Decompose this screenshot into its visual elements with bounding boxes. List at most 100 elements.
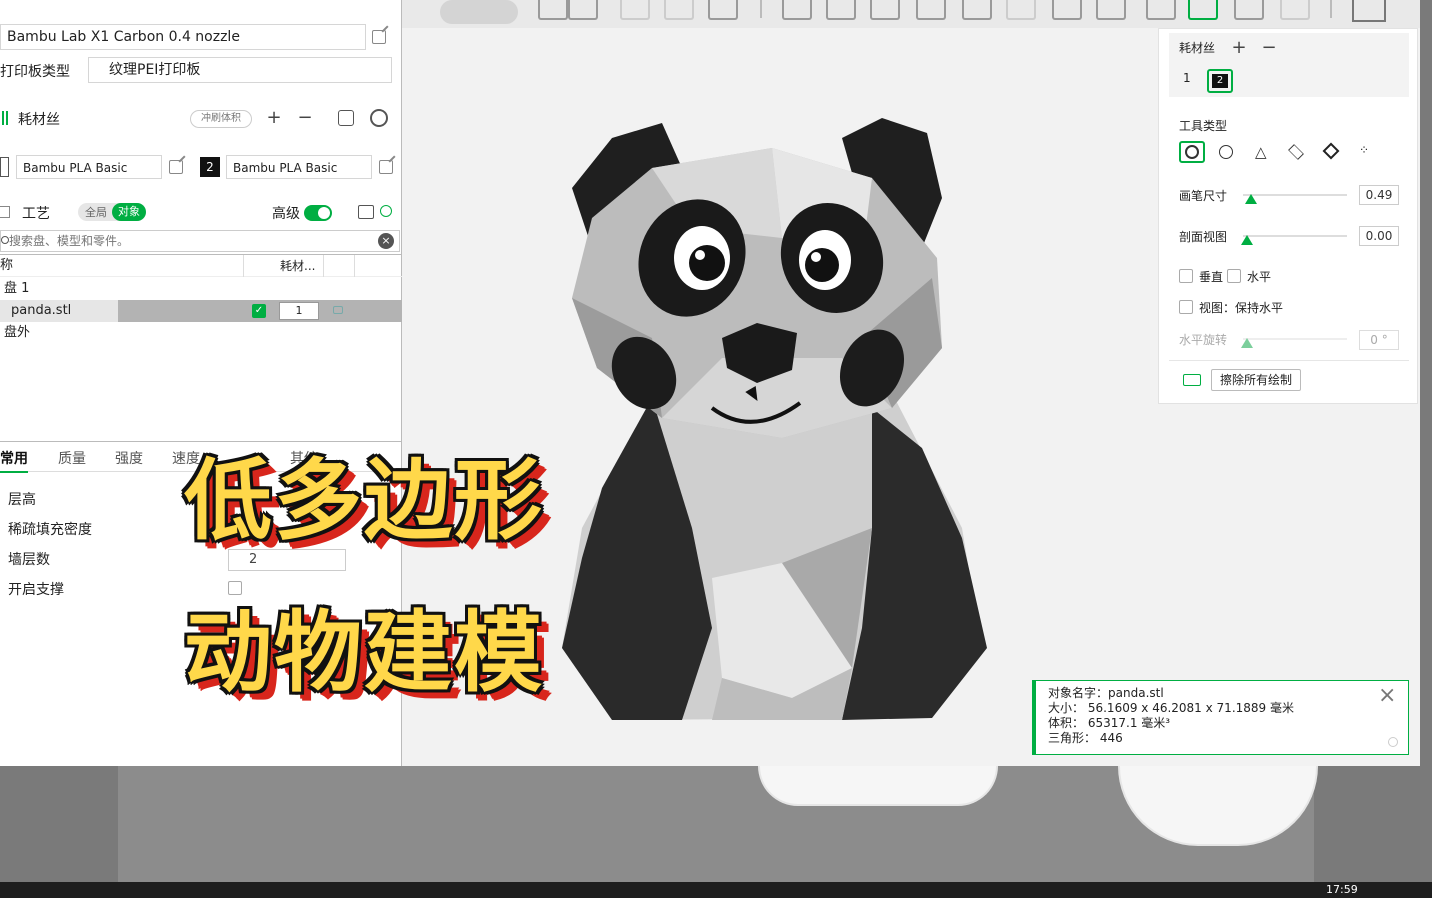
process-preset-icon[interactable] xyxy=(380,205,392,217)
setting-sparse-infill: 稀疏填充密度 xyxy=(8,522,92,538)
top-toolbar xyxy=(402,0,1420,28)
horizontal-rotate-label: 水平旋转 xyxy=(1179,333,1228,347)
cut-icon[interactable] xyxy=(962,0,992,20)
global-object-switch[interactable]: 全局 对象 xyxy=(78,203,146,221)
bambu-studio-window: Bambu Lab X1 Carbon 0.4 nozzle 打印板类型 纹理P… xyxy=(0,0,1420,766)
edit-filament-1-icon[interactable] xyxy=(169,160,183,174)
rotate-input[interactable]: 0 ° xyxy=(1359,330,1399,350)
compare-icon[interactable] xyxy=(358,205,374,219)
filament-1-select[interactable]: Bambu PLA Basic xyxy=(16,155,162,179)
height-range-icon[interactable] xyxy=(1288,144,1304,160)
extruder-2-button[interactable]: 2 xyxy=(1207,69,1233,93)
printer-select[interactable]: Bambu Lab X1 Carbon 0.4 nozzle xyxy=(0,24,366,50)
taskbar-clock[interactable]: 17:59 xyxy=(1326,883,1358,896)
clear-search-icon[interactable]: × xyxy=(378,233,394,249)
keyboard-shortcut-icon[interactable] xyxy=(1183,374,1201,386)
outside-plate-row[interactable]: 盘外 xyxy=(0,322,402,344)
paint-filament-label: 耗材丝 xyxy=(1179,41,1216,55)
scale-icon[interactable] xyxy=(870,0,900,20)
remove-extruder-icon[interactable]: − xyxy=(1261,39,1277,57)
filament-2-select[interactable]: Bambu PLA Basic xyxy=(226,155,372,179)
panda-model[interactable] xyxy=(542,108,1002,738)
section-view-thumb[interactable] xyxy=(1241,235,1253,245)
add-plate-icon[interactable] xyxy=(620,0,650,20)
plate-1-row[interactable]: 盘 1 xyxy=(0,278,402,300)
sphere-brush-icon[interactable] xyxy=(1219,145,1233,159)
add-filament-icon[interactable]: + xyxy=(264,109,284,127)
setting-layer-height: 层高 xyxy=(8,492,36,508)
vertical-label: 垂直 xyxy=(1199,270,1224,284)
brush-size-input[interactable]: 0.49 xyxy=(1359,185,1399,205)
object-search-box[interactable]: × xyxy=(0,230,400,252)
object-edit-icon[interactable] xyxy=(333,306,343,314)
erase-all-button[interactable]: 擦除所有绘制 xyxy=(1211,369,1301,391)
move-icon[interactable] xyxy=(782,0,812,20)
filament-1-swatch[interactable] xyxy=(0,157,9,177)
panda-object-row[interactable]: panda.stl ✓ 1 xyxy=(0,300,402,322)
rotate-slider[interactable] xyxy=(1243,338,1347,340)
object-volume-value: 65317.1 毫米³ xyxy=(1087,716,1171,730)
object-filament-select[interactable]: 1 xyxy=(279,302,319,320)
fill-bucket-icon[interactable] xyxy=(1322,142,1340,160)
text-tool-icon[interactable] xyxy=(1146,0,1176,20)
process-icon xyxy=(0,206,10,218)
rotate-thumb[interactable] xyxy=(1241,338,1253,348)
panda-object-label: panda.stl xyxy=(11,303,72,318)
search-input[interactable] xyxy=(9,232,369,250)
triangle-brush-icon[interactable]: △ xyxy=(1255,143,1267,161)
tab-common[interactable]: 常用 xyxy=(0,448,28,473)
object-size-value: 56.1609 x 46.2081 x 71.1889 毫米 xyxy=(1087,701,1294,715)
brush-size-label: 画笔尺寸 xyxy=(1179,189,1228,203)
filament-settings-gear-icon[interactable] xyxy=(370,109,388,127)
flush-volume-button[interactable]: 冲刷体积 xyxy=(190,110,252,128)
section-view-input[interactable]: 0.00 xyxy=(1359,226,1399,246)
background-model-right xyxy=(1118,766,1318,846)
object-list-header: 称 耗材... xyxy=(0,255,402,277)
edit-filament-2-icon[interactable] xyxy=(379,160,393,174)
arrange-icon[interactable] xyxy=(538,0,568,20)
paint-status-check-icon[interactable]: ✓ xyxy=(252,304,266,318)
plate-type-label: 打印板类型 xyxy=(0,64,70,80)
object-option[interactable]: 对象 xyxy=(112,203,146,221)
close-info-icon[interactable]: × xyxy=(1378,685,1396,707)
color-paint-icon[interactable] xyxy=(1188,0,1218,20)
name-column-header[interactable]: 称 xyxy=(0,255,13,277)
brush-size-thumb[interactable] xyxy=(1245,194,1257,204)
add-extruder-icon[interactable]: + xyxy=(1231,39,1247,57)
circle-brush-button[interactable] xyxy=(1179,141,1205,163)
object-info-box: 对象名字：panda.stl 大小： 56.1609 x 46.2081 x 7… xyxy=(1032,680,1409,755)
gap-fill-icon[interactable]: ⁘ xyxy=(1359,143,1369,157)
plate-type-select[interactable]: 纹理PEI打印板 xyxy=(88,57,392,83)
sync-filament-icon[interactable] xyxy=(338,110,354,126)
rotate-icon[interactable] xyxy=(826,0,856,20)
object-name-value: panda.stl xyxy=(1108,686,1164,700)
orient-icon[interactable] xyxy=(568,0,598,20)
layers-icon[interactable] xyxy=(708,0,738,20)
boolean-icon[interactable] xyxy=(1006,0,1036,20)
section-view-slider[interactable] xyxy=(1243,235,1347,237)
tab-quality[interactable]: 质量 xyxy=(58,448,86,468)
remove-filament-icon[interactable]: − xyxy=(295,109,315,127)
plate-selector-pill[interactable] xyxy=(440,0,518,24)
keep-horizontal-checkbox[interactable] xyxy=(1179,300,1193,314)
circle-icon xyxy=(1185,145,1199,159)
edit-printer-icon[interactable] xyxy=(372,30,386,44)
global-option[interactable]: 全局 xyxy=(85,204,107,220)
assembly-icon[interactable] xyxy=(1280,0,1310,20)
filament-column-header[interactable]: 耗材... xyxy=(280,255,315,277)
auto-orient-icon[interactable] xyxy=(664,0,694,20)
vertical-checkbox[interactable] xyxy=(1179,269,1193,283)
measure-icon[interactable] xyxy=(1234,0,1264,20)
filament-2-swatch[interactable]: 2 xyxy=(200,157,220,177)
lay-on-face-icon[interactable] xyxy=(916,0,946,20)
overlay-title-line-1: 低多边形 xyxy=(184,449,545,552)
collapse-info-icon[interactable] xyxy=(1388,737,1398,747)
brush-size-slider[interactable] xyxy=(1243,194,1347,196)
support-paint-icon[interactable] xyxy=(1052,0,1082,20)
horizontal-checkbox[interactable] xyxy=(1227,269,1241,283)
tab-strength[interactable]: 强度 xyxy=(115,448,143,468)
advanced-toggle[interactable] xyxy=(304,205,332,221)
seam-paint-icon[interactable] xyxy=(1096,0,1126,20)
extruder-1-button[interactable]: 1 xyxy=(1183,71,1191,85)
split-view-icon[interactable] xyxy=(1352,0,1386,22)
